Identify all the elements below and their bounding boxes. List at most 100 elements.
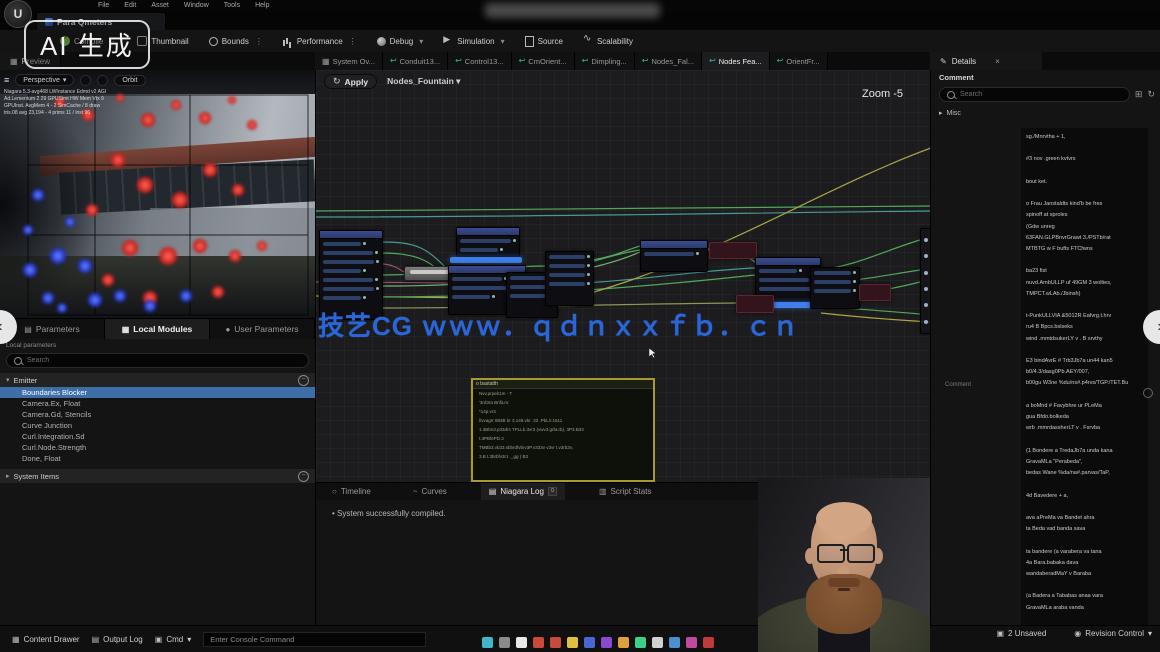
- tab-scratch-4[interactable]: ↩Nodes_Fal...: [635, 52, 702, 70]
- tab-scratch-0[interactable]: ↩Conduit13...: [383, 52, 448, 70]
- taskbar-app-icon[interactable]: [618, 637, 629, 648]
- menu-item-tools[interactable]: Tools: [224, 2, 240, 9]
- menu-item-window[interactable]: Window: [184, 2, 209, 9]
- pin-icon[interactable]: [853, 280, 856, 283]
- taskbar-app-icon[interactable]: [533, 637, 544, 648]
- pin-icon[interactable]: [853, 271, 856, 274]
- taskbar-app-icon[interactable]: [516, 637, 527, 648]
- parameter-item[interactable]: Camera.Gd, Stencils: [0, 409, 315, 420]
- view-options-icon[interactable]: ⊞: [1135, 89, 1143, 100]
- parameter-item[interactable]: Curve Junction: [0, 420, 315, 431]
- camera-speed-icon[interactable]: [97, 75, 108, 86]
- output-log-button[interactable]: ▤ Output Log: [92, 635, 143, 644]
- taskbar-app-icon[interactable]: [499, 637, 510, 648]
- toolbar-source-button[interactable]: Source: [517, 34, 571, 49]
- taskbar-app-icon[interactable]: [635, 637, 646, 648]
- graph-node[interactable]: [810, 267, 860, 309]
- tab-scratch-5[interactable]: ↩Nodes Fea...: [702, 52, 770, 70]
- taskbar-app-icon[interactable]: [482, 637, 493, 648]
- taskbar-app-icon[interactable]: [652, 637, 663, 648]
- tab-niagara-log[interactable]: ▤Niagara Log0: [481, 483, 565, 500]
- pin-icon[interactable]: [363, 296, 366, 299]
- parameter-item[interactable]: Done, Float: [0, 453, 315, 464]
- orbit-button[interactable]: Orbit: [114, 75, 145, 86]
- pin-icon[interactable]: [363, 269, 366, 272]
- pin-icon[interactable]: [924, 254, 928, 258]
- menu-item-file[interactable]: File: [98, 2, 109, 9]
- parameters-search-input[interactable]: Search: [6, 353, 309, 368]
- parameter-item[interactable]: Curl.Node.Strength: [0, 442, 315, 453]
- preview-viewport[interactable]: ≡ Perspective▾ Orbit Niagara 5.3-avg468 …: [0, 70, 315, 318]
- tab-curves[interactable]: ~Curves: [405, 483, 455, 500]
- viewport-menu-icon[interactable]: ≡: [4, 76, 9, 85]
- parameter-item[interactable]: Curl.Integration.Sd: [0, 431, 315, 442]
- parameter-item[interactable]: Camera.Ex, Float: [0, 398, 315, 409]
- breadcrumb[interactable]: Nodes_Fountain ▾: [387, 76, 460, 87]
- toolbar-debug-button[interactable]: Debug▾: [369, 35, 432, 48]
- graph-node[interactable]: [450, 257, 522, 263]
- tab-scratch-6[interactable]: ↩OrientFr...: [770, 52, 828, 70]
- pin-icon[interactable]: [500, 248, 503, 251]
- details-search-input[interactable]: Search: [939, 87, 1130, 102]
- pin-icon[interactable]: [492, 295, 495, 298]
- tab-scratch-3[interactable]: ↩Dimpling...: [575, 52, 635, 70]
- cmd-dropdown[interactable]: ▣ Cmd▾: [155, 635, 191, 644]
- graph-node[interactable]: [456, 227, 520, 257]
- add-parameter-icon[interactable]: −: [298, 471, 309, 482]
- menu-item-asset[interactable]: Asset: [151, 2, 169, 9]
- graph-node[interactable]: [709, 242, 757, 259]
- tab-details[interactable]: ✎ Details ×: [930, 52, 1042, 70]
- tab-scratch-1[interactable]: ↩Control13...: [448, 52, 511, 70]
- menu-item-help[interactable]: Help: [255, 2, 269, 9]
- pin-icon[interactable]: [376, 287, 379, 290]
- taskbar-app-icon[interactable]: [686, 637, 697, 648]
- perspective-button[interactable]: Perspective▾: [15, 74, 74, 86]
- toolbar-simulation-button[interactable]: Simulation▾: [435, 34, 512, 48]
- pin-icon[interactable]: [587, 264, 590, 267]
- pin-icon[interactable]: [696, 252, 699, 255]
- console-command-input[interactable]: Enter Console Command: [203, 632, 426, 647]
- tab-system-overview[interactable]: ▦System Ov...: [315, 52, 383, 70]
- toolbar-scalability-button[interactable]: Scalability: [575, 34, 641, 48]
- graph-node[interactable]: [859, 284, 891, 301]
- pin-icon[interactable]: [376, 260, 379, 263]
- pin-icon[interactable]: [587, 282, 590, 285]
- pin-icon[interactable]: [363, 242, 366, 245]
- lit-mode-icon[interactable]: [80, 75, 91, 86]
- pin-icon[interactable]: [513, 239, 516, 242]
- close-icon[interactable]: ×: [995, 57, 1000, 66]
- add-parameter-icon[interactable]: −: [298, 375, 309, 386]
- scratch-pad-graph[interactable]: ↻ Apply Nodes_Fountain ▾ Zoom -5 o basta…: [315, 70, 931, 482]
- graph-node[interactable]: [545, 251, 594, 306]
- details-section-misc[interactable]: ▸ Misc: [939, 109, 1160, 117]
- taskbar-app-icon[interactable]: [567, 637, 578, 648]
- unsaved-button[interactable]: ▣ 2 Unsaved: [996, 629, 1046, 638]
- comment-text-field[interactable]: sg./Mnrvtha + 1, #3 nov .green kvtvrs bo…: [1021, 128, 1148, 642]
- apply-button[interactable]: ↻ Apply: [324, 74, 377, 89]
- comment-box[interactable]: o bastatth Nvv.prpeb1m - T'3rd3ra BnfiLm…: [471, 378, 655, 482]
- tab-user-parameters[interactable]: ●User Parameters: [210, 319, 315, 339]
- reset-icon[interactable]: [1143, 388, 1153, 398]
- tab-timeline[interactable]: ○Timeline: [324, 483, 379, 500]
- revision-control-button[interactable]: ◉ Revision Control▾: [1074, 629, 1152, 638]
- taskbar-app-icon[interactable]: [584, 637, 595, 648]
- taskbar-app-icon[interactable]: [669, 637, 680, 648]
- taskbar-app-icon[interactable]: [601, 637, 612, 648]
- pin-icon[interactable]: [924, 320, 928, 324]
- section-emitter[interactable]: ▾ Emitter −: [0, 373, 315, 387]
- refresh-icon[interactable]: ↻: [1147, 89, 1155, 100]
- pin-icon[interactable]: [924, 271, 928, 275]
- pin-icon[interactable]: [853, 289, 856, 292]
- tab-script-stats[interactable]: ▥Script Stats: [591, 483, 659, 500]
- toolbar-performance-button[interactable]: Performance⋮: [275, 34, 365, 48]
- tab-scratch-2[interactable]: ↩CmOrient...: [512, 52, 575, 70]
- pin-icon[interactable]: [587, 255, 590, 258]
- pin-icon[interactable]: [924, 287, 928, 291]
- toolbar-bounds-button[interactable]: Bounds⋮: [201, 35, 271, 48]
- section-system-items[interactable]: ▸ System Items −: [0, 469, 315, 483]
- taskbar-app-icon[interactable]: [703, 637, 714, 648]
- pin-icon[interactable]: [587, 273, 590, 276]
- menu-item-edit[interactable]: Edit: [124, 2, 136, 9]
- taskbar-app-icon[interactable]: [550, 637, 561, 648]
- pin-icon[interactable]: [375, 251, 378, 254]
